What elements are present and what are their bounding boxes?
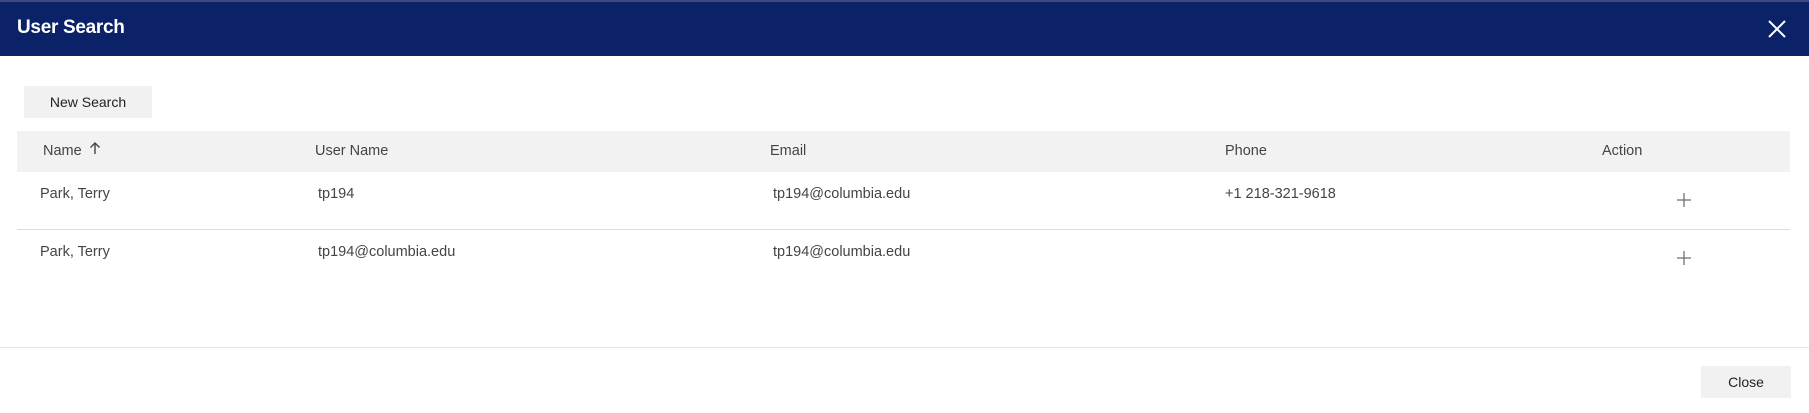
footer-divider	[0, 347, 1809, 348]
plus-icon[interactable]	[1676, 250, 1692, 266]
table-row: Park, Terry tp194 tp194@columbia.edu +1 …	[17, 172, 1790, 230]
table-header: Name User Name Email Phone Action	[17, 131, 1790, 172]
close-icon[interactable]	[1767, 19, 1787, 39]
cell-username: tp194@columbia.edu	[318, 244, 456, 260]
cell-name: Park, Terry	[40, 186, 110, 202]
column-header-phone[interactable]: Phone	[1225, 143, 1267, 159]
user-search-dialog: User Search New Search Name User Name Em…	[0, 0, 1809, 413]
close-button[interactable]: Close	[1701, 366, 1791, 398]
plus-icon[interactable]	[1676, 192, 1692, 208]
column-header-name-label: Name	[43, 143, 82, 159]
cell-name: Park, Terry	[40, 244, 110, 260]
dialog-title: User Search	[17, 17, 125, 38]
arrow-up-icon	[89, 141, 101, 159]
table-row: Park, Terry tp194@columbia.edu tp194@col…	[17, 230, 1790, 287]
cell-email: tp194@columbia.edu	[773, 186, 911, 202]
column-header-username[interactable]: User Name	[315, 143, 388, 159]
column-header-name[interactable]: Name	[43, 141, 101, 159]
column-header-action: Action	[1602, 143, 1643, 159]
cell-phone: +1 218-321-9618	[1225, 186, 1336, 202]
cell-email: tp194@columbia.edu	[773, 244, 911, 260]
dialog-titlebar: User Search	[0, 0, 1809, 56]
new-search-button[interactable]: New Search	[24, 86, 152, 118]
cell-username: tp194	[318, 186, 355, 202]
column-header-email[interactable]: Email	[770, 143, 806, 159]
